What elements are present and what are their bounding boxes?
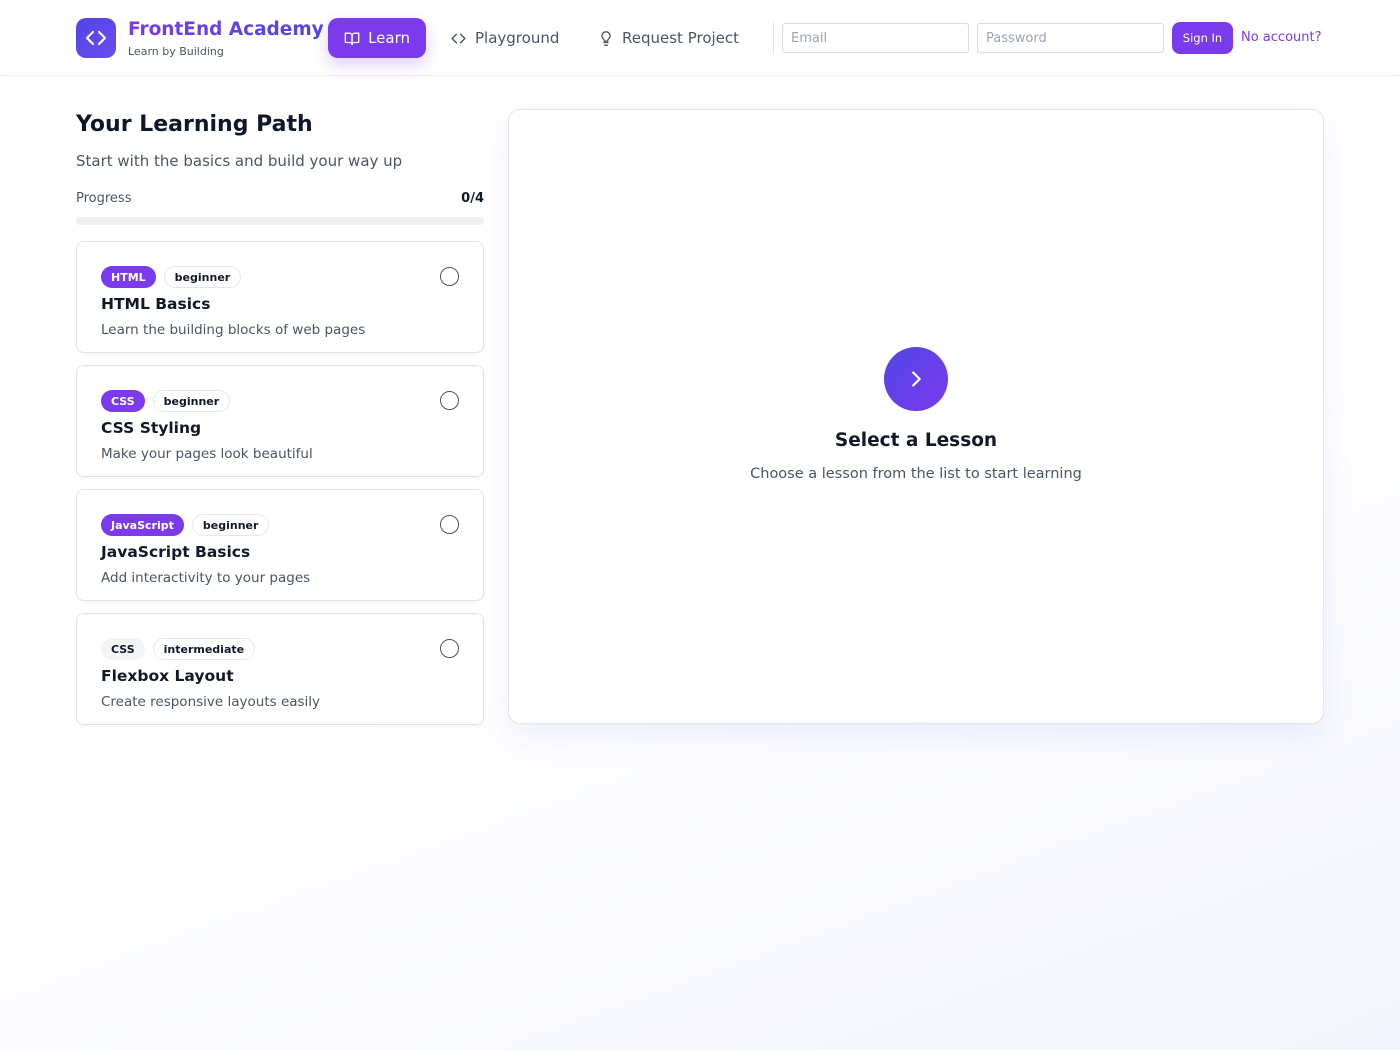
- lesson-description: Create responsive layouts easily: [101, 694, 321, 710]
- progress-label: Progress: [76, 191, 132, 206]
- lesson-title: CSS Styling: [101, 419, 202, 437]
- lesson-title: HTML Basics: [101, 295, 211, 313]
- brand-subtitle: Learn by Building: [128, 45, 224, 58]
- lesson-badges: CSS intermediate: [101, 638, 256, 660]
- logo[interactable]: [76, 18, 116, 58]
- progress-bar: [76, 217, 484, 225]
- no-account-link[interactable]: No account?: [1241, 30, 1322, 45]
- nav-learn-button[interactable]: Learn: [328, 18, 426, 58]
- nav-playground-label: Playground: [475, 29, 560, 47]
- lesson-badges: HTML beginner: [101, 266, 242, 288]
- code-icon: [451, 33, 466, 43]
- code-brackets-icon: [85, 30, 107, 46]
- lesson-badges: CSS beginner: [101, 390, 231, 412]
- empty-state-subtitle: Choose a lesson from the list to start l…: [750, 466, 1082, 482]
- lesson-description: Add interactivity to your pages: [101, 570, 311, 586]
- completion-circle-icon[interactable]: [440, 639, 459, 658]
- level-badge: intermediate: [152, 638, 256, 660]
- nav-request-project-button[interactable]: Request Project: [582, 18, 755, 58]
- sign-in-button[interactable]: Sign In: [1172, 22, 1233, 54]
- lesson-title: JavaScript Basics: [101, 543, 251, 561]
- completion-circle-icon[interactable]: [440, 267, 459, 286]
- page-subtitle: Start with the basics and build your way…: [76, 152, 403, 170]
- topic-badge: CSS: [101, 390, 145, 412]
- topic-badge: JavaScript: [101, 514, 184, 536]
- lesson-card-flexbox-layout[interactable]: CSS intermediate Flexbox Layout Create r…: [76, 613, 484, 725]
- lesson-title: Flexbox Layout: [101, 667, 234, 685]
- level-badge: beginner: [152, 390, 231, 412]
- brand-title[interactable]: FrontEnd Academy: [128, 19, 324, 40]
- nav-playground-button[interactable]: Playground: [434, 18, 575, 58]
- lightbulb-icon: [601, 30, 611, 46]
- level-badge: beginner: [163, 266, 242, 288]
- lesson-viewer-panel: Select a Lesson Choose a lesson from the…: [508, 109, 1324, 724]
- empty-state-title: Select a Lesson: [834, 430, 998, 451]
- password-field[interactable]: [977, 23, 1164, 53]
- top-navbar: FrontEnd Academy Learn by Building Learn…: [0, 0, 1400, 76]
- lesson-description: Learn the building blocks of web pages: [101, 322, 366, 338]
- lesson-card-javascript-basics[interactable]: JavaScript beginner JavaScript Basics Ad…: [76, 489, 484, 601]
- progress-count: 0/4: [461, 191, 484, 206]
- completion-circle-icon[interactable]: [440, 515, 459, 534]
- lesson-card-html-basics[interactable]: HTML beginner HTML Basics Learn the buil…: [76, 241, 484, 353]
- level-badge: beginner: [191, 514, 270, 536]
- page-title: Your Learning Path: [76, 112, 313, 137]
- nav-request-project-label: Request Project: [622, 29, 740, 47]
- lesson-badges: JavaScript beginner: [101, 514, 270, 536]
- topic-badge: HTML: [101, 266, 156, 288]
- lesson-card-css-styling[interactable]: CSS beginner CSS Styling Make your pages…: [76, 365, 484, 477]
- nav-learn-label: Learn: [368, 29, 410, 47]
- book-open-icon: [344, 31, 360, 45]
- completion-circle-icon[interactable]: [440, 391, 459, 410]
- lesson-description: Make your pages look beautiful: [101, 446, 313, 462]
- topic-badge: CSS: [101, 638, 145, 660]
- chevron-right-icon: [884, 347, 948, 411]
- email-field[interactable]: [782, 23, 969, 53]
- header-divider: [773, 22, 774, 54]
